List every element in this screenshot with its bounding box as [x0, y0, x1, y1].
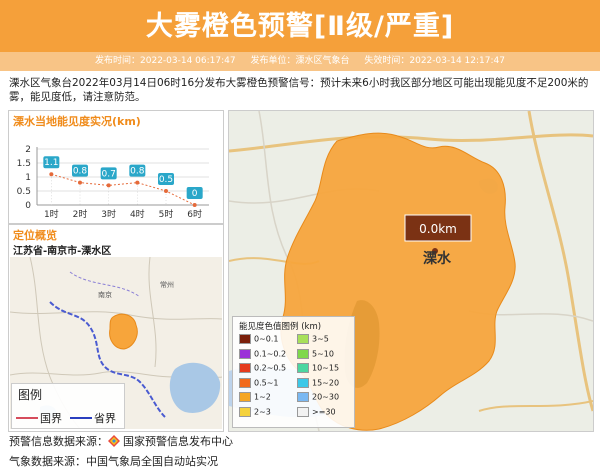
- value-label: 0.7: [102, 169, 116, 179]
- value-label: 1.1: [44, 158, 58, 168]
- x-tick-label: 6时: [187, 208, 202, 220]
- publish-time: 发布时间：2022-03-14 06:17:47: [95, 56, 236, 66]
- legend-swatch: [297, 377, 309, 388]
- legend-item: 10~15: [297, 363, 339, 373]
- legend-label: 1~2: [254, 392, 271, 402]
- legend-swatch: [297, 348, 309, 359]
- value-label: 0.8: [130, 167, 145, 177]
- data-point: [78, 180, 82, 185]
- warning-description: 溧水区气象台2022年03月14日06时16分发布大雾橙色预警信号：预计未来6小…: [9, 77, 589, 103]
- legend-swatch: [239, 348, 251, 359]
- visibility-legend-title: 能见度色值图例 (km): [239, 322, 322, 332]
- legend-item: 1~2: [239, 392, 271, 402]
- legend-label: 20~30: [312, 392, 340, 402]
- y-tick-label: 2: [25, 145, 31, 155]
- visibility-chart: 0 0.5 1 1.5 2 1.1 1时 0.8 2时 0.7 3时 0.8 4时 0.5 5时 0 6时: [17, 145, 209, 220]
- data-point: [106, 183, 111, 188]
- station-label: 溧水: [423, 250, 452, 267]
- national-border-label: 国界: [40, 412, 62, 425]
- legend-label: 0.2~0.5: [254, 363, 287, 373]
- legend-swatch: [239, 363, 251, 373]
- legend-swatch: [239, 377, 251, 388]
- legend-item: 0~0.1: [239, 334, 279, 344]
- warning-source-name: 国家预警信息发布中心: [123, 435, 233, 448]
- legend-item: >=30: [297, 406, 336, 417]
- legend-item: 0.5~1: [239, 377, 279, 388]
- legend-item: 0.2~0.5: [239, 363, 286, 373]
- legend-swatch: [297, 406, 309, 417]
- y-tick-label: 0: [25, 201, 31, 211]
- overview-legend-title: 图例: [18, 388, 43, 402]
- warning-source-line: 预警信息数据来源： 国家预警信息发布中心: [9, 433, 233, 449]
- legend-item: 2~3: [239, 406, 271, 417]
- national-border-swatch: [16, 417, 38, 419]
- warning-title: 大雾橙色预警[Ⅱ级/严重]: [145, 11, 455, 42]
- weather-source-line: 气象数据来源：中国气象局全国自动站实况: [9, 455, 218, 468]
- legend-item: 15~20: [297, 377, 340, 388]
- x-tick-label: 4时: [130, 208, 145, 220]
- legend-swatch: [297, 334, 309, 344]
- legend-label: 3~5: [312, 334, 329, 344]
- legend-swatch: [239, 334, 251, 344]
- x-tick-label: 1时: [44, 208, 59, 220]
- legend-label: 15~20: [312, 378, 340, 387]
- data-point: [135, 180, 140, 185]
- legend-label: 0.1~0.2: [254, 349, 287, 358]
- province-border-swatch: [70, 417, 92, 419]
- legend-item: 20~30: [297, 392, 339, 402]
- y-tick-label: 1: [25, 173, 31, 183]
- x-tick-label: 3时: [101, 208, 116, 220]
- legend-swatch: [297, 363, 309, 373]
- location-subtitle: 江苏省-南京市-溧水区: [13, 246, 112, 257]
- y-tick-label: 1.5: [17, 159, 31, 169]
- data-point: [192, 203, 197, 207]
- station-visibility-value: 0.0km: [419, 222, 457, 236]
- y-tick-label: 0.5: [17, 187, 31, 197]
- warning-center-logo: [108, 435, 120, 447]
- value-label: 0: [192, 189, 198, 199]
- svg-text:南京: 南京: [98, 290, 112, 299]
- legend-label: >=30: [312, 407, 336, 416]
- visibility-map[interactable]: 0.0km 溧水 能见度色值图例 (km) 0~0.1 0.1~0.2 0.2~0.…: [228, 110, 594, 432]
- overview-legend: 图例 国界 省界: [11, 383, 125, 429]
- legend-item: 5~10: [297, 348, 334, 359]
- svg-text:常州: 常州: [160, 280, 174, 289]
- warning-source-label: 预警信息数据来源：: [9, 435, 108, 448]
- legend-label: 5~10: [312, 349, 334, 358]
- warning-header: 大雾橙色预警[Ⅱ级/严重] 发布时间：2022-03-14 06:17:47 发…: [0, 0, 600, 71]
- legend-label: 0.5~1: [254, 378, 279, 387]
- expire-time: 失效时间：2022-03-14 12:17:47: [364, 56, 505, 66]
- visibility-chart-panel: 溧水当地能见度实况(km) 0 0.5 1 1.5 2 1.1 1时 0.8 2时 0.7 3时 0.…: [8, 110, 224, 224]
- legend-item: 3~5: [297, 334, 329, 344]
- legend-swatch: [239, 406, 251, 417]
- value-label: 0.8: [73, 167, 88, 177]
- x-tick-label: 2时: [73, 208, 88, 220]
- legend-item: 0.1~0.2: [239, 348, 287, 359]
- location-panel: 定位概览 江苏省-南京市-溧水区 南京 常州 图例 国界 省界: [8, 224, 224, 432]
- location-panel-title: 定位概览: [13, 229, 57, 242]
- legend-label: 0~0.1: [254, 334, 279, 344]
- x-tick-label: 5时: [159, 208, 174, 220]
- value-label: 0.5: [159, 175, 173, 185]
- publisher: 发布单位：溧水区气象台: [250, 56, 350, 66]
- legend-label: 10~15: [312, 363, 340, 373]
- legend-label: 2~3: [254, 407, 271, 416]
- legend-swatch: [297, 392, 309, 402]
- warning-meta: 发布时间：2022-03-14 06:17:47 发布单位：溧水区气象台 失效时…: [0, 52, 600, 71]
- legend-swatch: [239, 392, 251, 402]
- visibility-legend: 能见度色值图例 (km) 0~0.1 0.1~0.2 0.2~0.5 0.5~1 1~2…: [232, 316, 355, 428]
- data-point: [164, 189, 168, 193]
- data-point: [49, 172, 54, 177]
- province-border-label: 省界: [94, 412, 116, 425]
